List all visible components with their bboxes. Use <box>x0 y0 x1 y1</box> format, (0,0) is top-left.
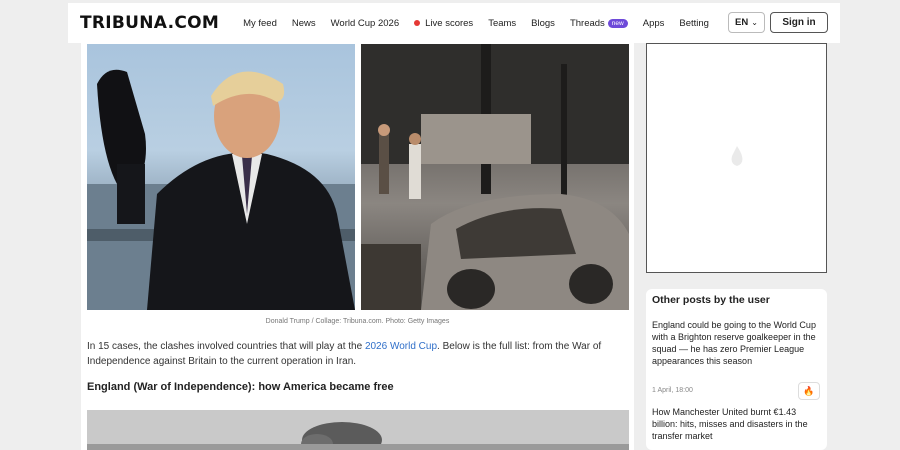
post-time: 1 April, 18:00 <box>652 387 693 394</box>
nav-threads[interactable]: Threads new <box>570 18 628 29</box>
nav-news[interactable]: News <box>292 18 316 29</box>
article-content: Donald Trump / Collage: Tribuna.com. Pho… <box>81 43 634 450</box>
post-link[interactable]: England could be going to the World Cup … <box>652 319 824 367</box>
nav-live-scores[interactable]: Live scores <box>414 18 473 29</box>
nav-label: World Cup 2026 <box>330 17 400 29</box>
portrait-illustration <box>87 69 355 310</box>
section-heading: England (War of Independence): how Ameri… <box>87 381 394 393</box>
article-photo-wreckage <box>361 44 629 310</box>
photo-caption: Donald Trump / Collage: Tribuna.com. Pho… <box>265 318 450 325</box>
nav-label: Apps <box>642 17 665 29</box>
site-header: TRIBUNA.COM My feed News World Cup 2026 … <box>68 3 840 43</box>
article-photo-portrait <box>87 44 355 310</box>
post-link[interactable]: How Manchester United burnt €1.43 billio… <box>652 406 824 442</box>
historical-illustration <box>87 410 629 450</box>
new-badge: new <box>607 18 628 28</box>
other-posts-title: Other posts by the user <box>652 294 770 306</box>
nav-apps[interactable]: Apps <box>643 18 665 29</box>
nav-label: My feed <box>243 17 277 29</box>
nav-label: Teams <box>488 17 517 29</box>
live-dot-icon <box>414 20 421 26</box>
other-posts-panel: Other posts by the user England could be… <box>646 289 827 450</box>
nav-label: Blogs <box>531 17 555 29</box>
nav-teams[interactable]: Teams <box>488 18 516 29</box>
language-label: EN <box>735 17 749 28</box>
nav-betting[interactable]: Betting <box>679 18 709 29</box>
nav-label: Threads <box>569 17 605 29</box>
nav-label: Betting <box>679 17 709 29</box>
nav-label: Live scores <box>425 17 474 29</box>
world-cup-link[interactable]: 2026 World Cup <box>365 341 437 352</box>
nav-world-cup[interactable]: World Cup 2026 <box>331 18 399 29</box>
wreckage-illustration <box>361 44 629 310</box>
article-paragraph: In 15 cases, the clashes involved countr… <box>87 339 627 369</box>
language-selector[interactable]: EN ⌄ <box>728 12 765 33</box>
sign-in-button[interactable]: Sign in <box>770 12 828 33</box>
nav-my-feed[interactable]: My feed <box>243 18 277 29</box>
paragraph-text-start: In 15 cases, the clashes involved countr… <box>87 341 365 352</box>
site-logo[interactable]: TRIBUNA.COM <box>80 13 219 33</box>
fire-icon <box>731 146 743 166</box>
nav-blogs[interactable]: Blogs <box>531 18 555 29</box>
fire-icon[interactable]: 🔥 <box>798 382 820 400</box>
nav-label: News <box>291 17 316 29</box>
chevron-down-icon: ⌄ <box>751 18 758 27</box>
ad-placeholder <box>646 43 827 273</box>
main-nav: My feed News World Cup 2026 Live scores … <box>243 18 724 29</box>
article-photo-historical <box>87 410 629 450</box>
